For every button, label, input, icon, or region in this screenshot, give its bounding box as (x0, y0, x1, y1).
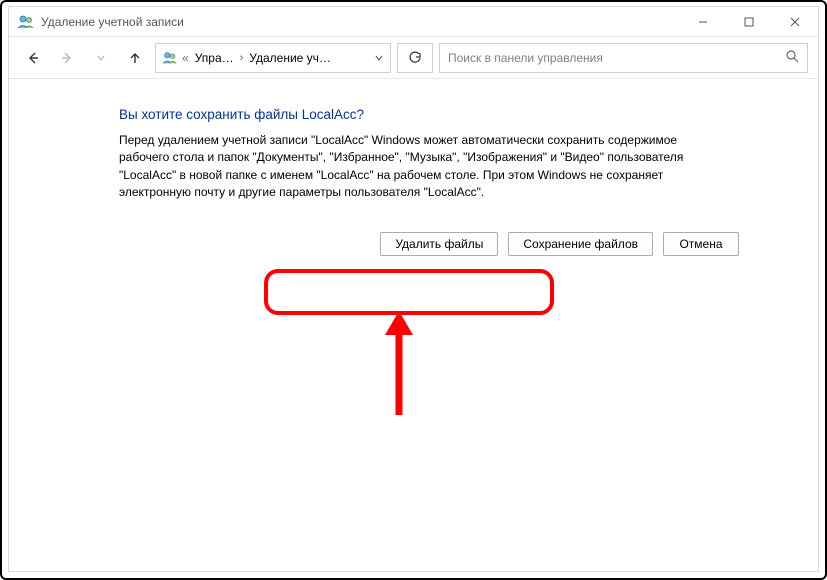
users-icon (162, 50, 178, 66)
search-input[interactable]: Поиск в панели управления (439, 43, 808, 73)
breadcrumb-seg2[interactable]: Удаление уч… (249, 51, 331, 65)
chevron-right-icon[interactable]: › (238, 52, 246, 64)
search-placeholder: Поиск в панели управления (448, 51, 779, 65)
titlebar: Удаление учетной записи (9, 7, 818, 37)
recent-locations-button[interactable] (87, 44, 115, 72)
users-icon (17, 13, 35, 31)
page-heading: Вы хотите сохранить файлы LocalAcc? (119, 107, 748, 122)
delete-files-button[interactable]: Удалить файлы (380, 232, 498, 256)
back-button[interactable] (19, 44, 47, 72)
window-controls (680, 7, 818, 36)
breadcrumb-overflow[interactable]: « (182, 51, 191, 65)
address-bar[interactable]: « Упра… › Удаление уч… (155, 43, 391, 73)
breadcrumb-seg1[interactable]: Упра… (195, 51, 234, 65)
content-area: Вы хотите сохранить файлы LocalAcc? Пере… (9, 79, 818, 571)
forward-button[interactable] (53, 44, 81, 72)
search-icon (785, 49, 799, 66)
address-dropdown[interactable] (374, 53, 384, 63)
maximize-button[interactable] (726, 7, 772, 36)
window-title: Удаление учетной записи (41, 15, 184, 29)
toolbar: « Упра… › Удаление уч… Поиск в панели уп… (9, 37, 818, 79)
minimize-button[interactable] (680, 7, 726, 36)
cancel-button[interactable]: Отмена (663, 232, 739, 256)
window: Удаление учетной записи (8, 6, 819, 572)
refresh-button[interactable] (397, 43, 433, 73)
up-button[interactable] (121, 44, 149, 72)
close-button[interactable] (772, 7, 818, 36)
annotation-arrow (379, 311, 419, 421)
page-body-text: Перед удалением учетной записи "LocalAcc… (119, 132, 729, 202)
annotation-highlight (264, 269, 554, 315)
button-row: Удалить файлы Сохранение файлов Отмена (119, 232, 739, 256)
keep-files-button[interactable]: Сохранение файлов (508, 232, 653, 256)
